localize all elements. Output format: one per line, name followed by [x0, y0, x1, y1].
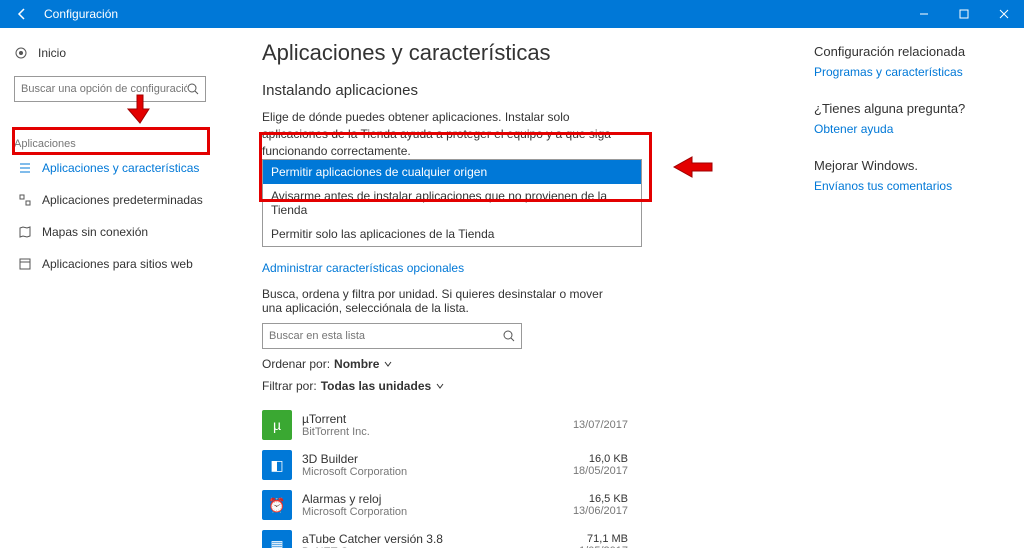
app-name: 3D Builder	[302, 452, 573, 466]
content-area: Aplicaciones y características Instaland…	[210, 28, 814, 548]
help-title: ¿Tienes alguna pregunta?	[814, 101, 1008, 116]
app-search-field[interactable]	[269, 330, 503, 342]
minimize-button[interactable]	[904, 0, 944, 28]
app-name: aTube Catcher versión 3.8	[302, 532, 579, 546]
sidebar-section-label: Aplicaciones	[14, 138, 208, 152]
app-search-input[interactable]	[262, 323, 522, 349]
search-icon	[187, 83, 199, 95]
related-title: Configuración relacionada	[814, 44, 1008, 59]
sidebar: Inicio Aplicaciones Aplicaciones y carac…	[0, 28, 210, 548]
app-date: 13/06/2017	[573, 505, 628, 517]
option-warn[interactable]: Avisarme antes de instalar aplicaciones …	[263, 184, 641, 222]
search-input[interactable]	[14, 76, 206, 102]
section-description: Elige de dónde puedes obtener aplicacion…	[262, 109, 622, 159]
home-label: Inicio	[38, 46, 66, 60]
titlebar: Configuración	[0, 0, 1024, 28]
feedback-link[interactable]: Envíanos tus comentarios	[814, 179, 1008, 193]
app-icon: ◧	[262, 450, 292, 480]
app-publisher: BitTorrent Inc.	[302, 426, 573, 438]
search-field[interactable]	[21, 83, 187, 95]
sort-label: Ordenar por:	[262, 357, 330, 371]
app-icon: µ	[262, 410, 292, 440]
close-button[interactable]	[984, 0, 1024, 28]
filter-row[interactable]: Filtrar por: Todas las unidades	[262, 379, 792, 393]
sidebar-item-label: Aplicaciones y características	[42, 161, 199, 175]
sort-value: Nombre	[334, 357, 379, 371]
programs-features-link[interactable]: Programas y características	[814, 65, 1008, 79]
app-row[interactable]: ⏰ Alarmas y relojMicrosoft Corporation16,…	[262, 485, 628, 525]
app-publisher: Microsoft Corporation	[302, 466, 573, 478]
home-button[interactable]: Inicio	[14, 40, 208, 66]
app-publisher: Microsoft Corporation	[302, 506, 573, 518]
list-description: Busca, ordena y filtra por unidad. Si qu…	[262, 287, 622, 315]
gear-icon	[14, 46, 28, 60]
list-icon	[18, 161, 32, 175]
sidebar-item-default-apps[interactable]: Aplicaciones predeterminadas	[14, 184, 208, 216]
app-icon: ⏰	[262, 490, 292, 520]
sidebar-item-apps-features[interactable]: Aplicaciones y características	[14, 152, 208, 184]
app-row[interactable]: ▦aTube Catcher versión 3.8DsNET Corp71,1…	[262, 525, 628, 548]
app-row[interactable]: µ µTorrentBitTorrent Inc.13/07/2017	[262, 405, 628, 445]
sidebar-item-label: Mapas sin conexión	[42, 225, 148, 239]
app-list: µ µTorrentBitTorrent Inc.13/07/2017 ◧ 3D Bu…	[262, 405, 792, 548]
sidebar-item-apps-websites[interactable]: Aplicaciones para sitios web	[14, 248, 208, 280]
manage-optional-link[interactable]: Administrar características opcionales	[262, 261, 464, 275]
get-help-link[interactable]: Obtener ayuda	[814, 122, 1008, 136]
search-icon	[503, 330, 515, 342]
window-controls	[904, 0, 1024, 28]
chevron-down-icon	[383, 359, 393, 369]
install-source-dropdown[interactable]: Permitir aplicaciones de cualquier orige…	[262, 159, 642, 247]
app-date: 13/07/2017	[573, 419, 628, 431]
window-title: Configuración	[44, 7, 904, 21]
app-size: 16,5 KB	[573, 493, 628, 505]
right-pane: Configuración relacionada Programas y ca…	[814, 28, 1024, 548]
app-date: 18/05/2017	[573, 465, 628, 477]
app-size: 16,0 KB	[573, 453, 628, 465]
sidebar-item-offline-maps[interactable]: Mapas sin conexión	[14, 216, 208, 248]
web-icon	[18, 257, 32, 271]
sidebar-item-label: Aplicaciones para sitios web	[42, 257, 193, 271]
section-title: Instalando aplicaciones	[262, 82, 792, 99]
improve-title: Mejorar Windows.	[814, 158, 1008, 173]
app-row[interactable]: ◧ 3D BuilderMicrosoft Corporation16,0 KB1…	[262, 445, 628, 485]
back-button[interactable]	[8, 0, 36, 28]
chevron-down-icon	[435, 381, 445, 391]
filter-value: Todas las unidades	[321, 379, 431, 393]
app-icon: ▦	[262, 530, 292, 548]
filter-label: Filtrar por:	[262, 379, 317, 393]
defaults-icon	[18, 193, 32, 207]
sort-row[interactable]: Ordenar por: Nombre	[262, 357, 792, 371]
option-any-origin[interactable]: Permitir aplicaciones de cualquier orige…	[263, 160, 641, 184]
map-icon	[18, 225, 32, 239]
maximize-button[interactable]	[944, 0, 984, 28]
app-size: 71,1 MB	[579, 533, 628, 545]
app-name: Alarmas y reloj	[302, 492, 573, 506]
page-title: Aplicaciones y características	[262, 40, 792, 66]
sidebar-item-label: Aplicaciones predeterminadas	[42, 193, 203, 207]
app-name: µTorrent	[302, 412, 573, 426]
option-store-only[interactable]: Permitir solo las aplicaciones de la Tie…	[263, 222, 641, 246]
